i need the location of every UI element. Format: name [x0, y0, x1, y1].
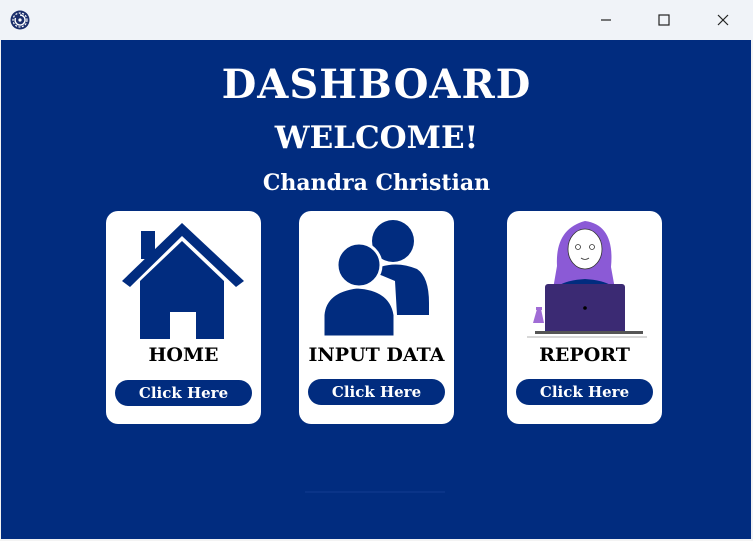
card-label: HOME [148, 344, 219, 366]
home-card: HOME Click Here [106, 211, 261, 424]
close-button[interactable] [694, 0, 752, 40]
minimize-button[interactable] [577, 0, 635, 40]
maximize-icon [658, 14, 670, 26]
user-name: Chandra Christian [262, 170, 491, 196]
report-click-button[interactable]: Click Here [516, 379, 653, 405]
app-window: DASHBOARD WELCOME! Chandra Christian HOM… [0, 0, 753, 541]
maximize-button[interactable] [635, 0, 693, 40]
minimize-icon [601, 19, 611, 21]
home-click-button[interactable]: Click Here [115, 380, 252, 406]
report-card: REPORT Click Here [507, 211, 662, 424]
users-icon [321, 220, 429, 339]
card-label: INPUT DATA [308, 344, 445, 366]
input-data-card: INPUT DATA Click Here [299, 211, 454, 424]
input-data-click-button[interactable]: Click Here [308, 379, 445, 405]
welcome-heading: WELCOME! [274, 120, 479, 156]
page-title: DASHBOARD [221, 61, 532, 108]
title-bar[interactable] [0, 0, 753, 40]
close-icon [717, 14, 729, 26]
gear-spiral-icon[interactable] [9, 9, 31, 31]
card-label: REPORT [539, 344, 630, 366]
house-icon [122, 223, 244, 339]
woman-laptop-illustration [527, 221, 647, 338]
divider [305, 491, 445, 493]
